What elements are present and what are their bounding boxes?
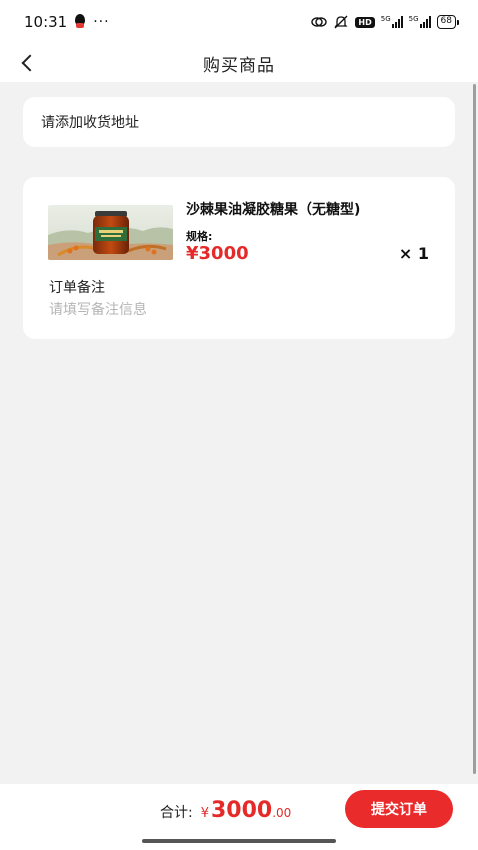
add-address-button[interactable]: 请添加收货地址: [23, 97, 455, 147]
total-decimal: .00: [272, 806, 292, 820]
status-time: 10:31: [24, 13, 68, 31]
signal-icon-2: 5G: [409, 16, 431, 28]
product-price: ¥3000: [186, 243, 249, 264]
product-name: 沙棘果油凝胶糖果（无糖型): [186, 202, 361, 218]
home-indicator[interactable]: [142, 839, 336, 843]
remark-input[interactable]: [49, 299, 429, 321]
link-icon: [311, 17, 328, 27]
total-label: 合计:: [160, 805, 193, 821]
status-bar: 10:31 ··· HD 5G 5G 68: [0, 0, 478, 44]
address-prompt: 请添加收货地址: [41, 115, 139, 131]
bell-muted-icon: [334, 15, 348, 29]
more-notifications-icon: ···: [93, 14, 110, 30]
scrollbar[interactable]: [473, 84, 476, 774]
hd-badge: HD: [355, 16, 375, 28]
back-button[interactable]: [14, 50, 40, 76]
order-card: 沙棘果油凝胶糖果（无糖型) 规格: ¥3000 × 1 订单备注: [23, 177, 455, 339]
order-total: 合计: ¥ 3000 .00: [160, 798, 291, 823]
chevron-left-icon: [21, 54, 39, 72]
remark-label: 订单备注: [49, 280, 105, 296]
spec-label: 规格:: [186, 230, 213, 243]
signal-icon-1: 5G: [381, 16, 403, 28]
total-currency: ¥: [200, 806, 209, 821]
signal-label-2: 5G: [408, 15, 419, 23]
battery-icon: 68: [436, 15, 460, 29]
total-amount: 3000: [211, 798, 273, 823]
status-left: 10:31 ···: [24, 13, 110, 31]
product-jar-image: [48, 205, 173, 260]
signal-label-1: 5G: [380, 15, 391, 23]
page-title: 购买商品: [203, 55, 275, 76]
qq-notification-icon: [73, 14, 87, 30]
nav-bar: 购买商品: [0, 44, 478, 82]
bottom-bar: 合计: ¥ 3000 .00 提交订单: [0, 784, 478, 850]
submit-order-button[interactable]: 提交订单: [345, 790, 453, 828]
status-right: HD 5G 5G 68: [311, 14, 460, 30]
product-quantity: × 1: [398, 244, 429, 263]
